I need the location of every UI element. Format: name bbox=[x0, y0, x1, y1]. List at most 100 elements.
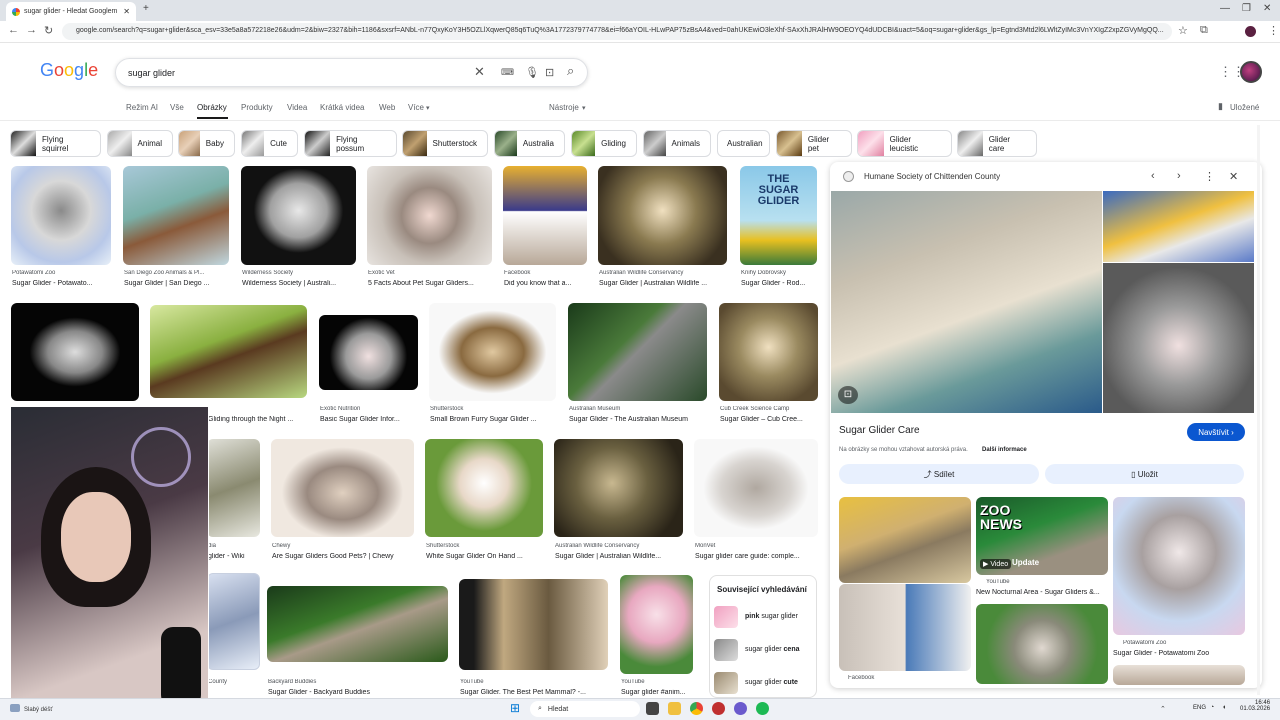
more-info-link[interactable]: Další informace bbox=[982, 447, 1027, 453]
result-image[interactable] bbox=[207, 573, 260, 670]
url-field[interactable]: google.com/search?q=sugar+glider&sca_esv… bbox=[62, 23, 1172, 40]
result-image[interactable] bbox=[425, 439, 543, 537]
result-source[interactable]: County bbox=[208, 679, 260, 685]
related-image[interactable] bbox=[839, 584, 971, 671]
search-icon[interactable]: ⌕ bbox=[567, 63, 574, 79]
panel-source-name[interactable]: Humane Society of Chittenden County bbox=[864, 172, 1000, 181]
result-title[interactable]: glider - Wiki bbox=[208, 553, 260, 560]
panel-title[interactable]: Sugar Glider Care bbox=[839, 425, 920, 436]
result-image[interactable] bbox=[694, 439, 818, 537]
close-tab-icon[interactable]: ✕ bbox=[123, 7, 130, 16]
result-title[interactable]: Sugar Glider | Australian Wildlife... bbox=[555, 553, 683, 560]
app-icon[interactable] bbox=[712, 702, 725, 715]
new-tab-button[interactable]: + bbox=[143, 3, 149, 14]
related-title[interactable]: Sugar Glider - Potawatomi Zoo bbox=[1113, 650, 1245, 657]
file-explorer-icon[interactable] bbox=[668, 702, 681, 715]
visit-button[interactable]: Navštívit › bbox=[1187, 423, 1245, 441]
volume-icon[interactable]: ◖ bbox=[1222, 704, 1226, 711]
result-image[interactable] bbox=[719, 303, 818, 401]
preview-side-image[interactable] bbox=[1103, 191, 1254, 262]
clear-search-icon[interactable]: ✕ bbox=[474, 64, 485, 80]
language-indicator[interactable]: ENG bbox=[1193, 705, 1206, 711]
result-source[interactable]: Potawatomi Zoo bbox=[12, 270, 110, 276]
result-title[interactable]: Sugar Glider - Rod... bbox=[741, 280, 817, 287]
active-tab[interactable]: sugar glider - Hledat Googlem ✕ bbox=[6, 2, 136, 21]
chip-glider-leucistic[interactable]: Glider leucistic bbox=[857, 130, 952, 157]
result-title[interactable]: Sugar glider care guide: comple... bbox=[695, 553, 818, 560]
result-image[interactable] bbox=[459, 579, 608, 670]
result-image[interactable] bbox=[267, 586, 448, 662]
saved-icon[interactable]: ▮ bbox=[1218, 101, 1223, 112]
result-title[interactable]: Sugar glider #anim... bbox=[621, 689, 693, 696]
close-panel-icon[interactable]: ✕ bbox=[1229, 170, 1238, 183]
result-source[interactable]: Shutterstock bbox=[426, 543, 543, 549]
chip-australian[interactable]: Australian bbox=[717, 130, 770, 157]
related-search-item[interactable]: pink sugar glider bbox=[745, 613, 798, 620]
related-search-item[interactable]: sugar glider cute bbox=[745, 679, 798, 686]
account-avatar[interactable] bbox=[1240, 61, 1262, 83]
result-image[interactable] bbox=[568, 303, 707, 401]
result-title[interactable]: Sugar Glider - The Australian Museum bbox=[569, 416, 707, 423]
result-title[interactable]: Sugar Glider | Australian Wildlife ... bbox=[599, 280, 727, 287]
result-source[interactable]: dia bbox=[208, 543, 260, 549]
chip-gliding[interactable]: Gliding bbox=[571, 130, 637, 157]
related-image[interactable] bbox=[1113, 665, 1245, 685]
result-source[interactable]: San Diego Zoo Animals & Pl... bbox=[124, 270, 229, 276]
tab-ai-mode[interactable]: Režim AI bbox=[126, 103, 158, 112]
result-title[interactable]: Sugar Glider | San Diego ... bbox=[124, 280, 229, 287]
related-image[interactable] bbox=[839, 497, 971, 583]
share-button[interactable]: ⤴ Sdílet bbox=[839, 464, 1039, 484]
tab-images[interactable]: Obrázky bbox=[197, 103, 227, 112]
result-image[interactable] bbox=[123, 166, 229, 265]
lens-search-icon[interactable]: ⊡ bbox=[838, 386, 858, 404]
result-image[interactable] bbox=[554, 439, 683, 537]
result-source[interactable]: YouTube bbox=[460, 679, 608, 685]
related-source[interactable]: YouTube bbox=[986, 579, 1106, 585]
chip-flying-squirrel[interactable]: Flying squirrel bbox=[10, 130, 101, 157]
related-search-item[interactable]: sugar glider cena bbox=[745, 646, 800, 653]
result-source[interactable]: YouTube bbox=[621, 679, 693, 685]
result-source[interactable]: Knihy Dobrovský bbox=[741, 270, 817, 276]
result-source[interactable]: Wilderness Society bbox=[242, 270, 356, 276]
tab-products[interactable]: Produkty bbox=[241, 103, 273, 112]
related-source[interactable]: Facebook bbox=[848, 675, 948, 681]
profile-icon[interactable] bbox=[1245, 26, 1256, 37]
chip-flying-possum[interactable]: Flying possum bbox=[304, 130, 397, 157]
result-source[interactable]: Cub Creek Science Camp bbox=[720, 406, 818, 412]
panel-more-icon[interactable]: ⋮ bbox=[1204, 170, 1215, 183]
task-view-icon[interactable] bbox=[646, 702, 659, 715]
saved-link[interactable]: Uložené bbox=[1230, 103, 1259, 112]
result-source[interactable]: Shutterstock bbox=[430, 406, 556, 412]
result-title[interactable]: Small Brown Furry Sugar Glider ... bbox=[430, 416, 556, 423]
chip-cute[interactable]: Cute bbox=[241, 130, 298, 157]
result-title[interactable]: White Sugar Glider On Hand ... bbox=[426, 553, 543, 560]
chip-animal[interactable]: Animal bbox=[107, 130, 173, 157]
clock[interactable]: 16:46 01.03.2026 bbox=[1240, 700, 1270, 712]
result-source[interactable]: Australian Museum bbox=[569, 406, 707, 412]
result-title[interactable]: Sugar Glider - Potawato... bbox=[12, 280, 110, 287]
page-scrollbar[interactable] bbox=[1257, 125, 1260, 695]
result-image[interactable] bbox=[503, 166, 587, 265]
result-source[interactable]: Exotic Nutrition bbox=[320, 406, 418, 412]
back-icon[interactable]: ← bbox=[8, 24, 19, 36]
extensions-icon[interactable]: ⧉ bbox=[1200, 24, 1208, 37]
chip-glider-pet[interactable]: Glider pet bbox=[776, 130, 852, 157]
result-title[interactable]: Did you know that a... bbox=[504, 280, 587, 287]
tab-web[interactable]: Web bbox=[379, 103, 395, 112]
browser-menu-icon[interactable]: ⋮ bbox=[1268, 24, 1279, 37]
result-image[interactable] bbox=[319, 315, 418, 390]
tab-more[interactable]: Více bbox=[408, 103, 424, 112]
forward-icon[interactable]: → bbox=[26, 24, 37, 36]
spotify-icon[interactable] bbox=[756, 702, 769, 715]
result-image[interactable] bbox=[429, 303, 556, 401]
chip-shutterstock[interactable]: Shutterstock bbox=[402, 130, 488, 157]
result-title[interactable]: Wilderness Society | Australi... bbox=[242, 280, 356, 287]
reload-icon[interactable]: ↻ bbox=[44, 24, 53, 37]
result-source[interactable]: Chewy bbox=[272, 543, 414, 549]
result-source[interactable]: MonVet bbox=[695, 543, 818, 549]
result-image[interactable] bbox=[271, 439, 414, 537]
minimize-icon[interactable]: — bbox=[1220, 3, 1230, 14]
result-image[interactable] bbox=[11, 166, 111, 265]
weather-text[interactable]: Slabý déšť bbox=[24, 707, 53, 713]
result-source[interactable]: Australian Wildlife Conservancy bbox=[599, 270, 727, 276]
